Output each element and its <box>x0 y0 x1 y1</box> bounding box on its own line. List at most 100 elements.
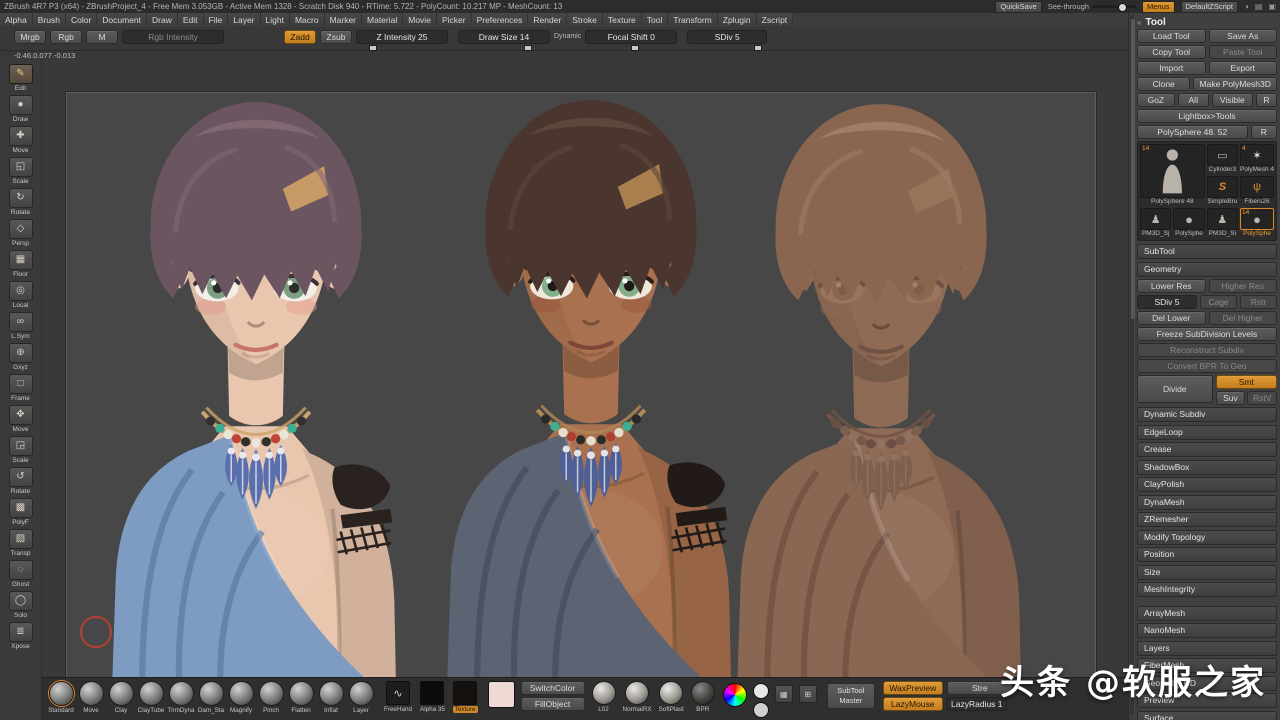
tool-thumbnail[interactable]: 4 PolyMesh 4 <box>1240 144 1274 174</box>
brush-button[interactable]: Move <box>76 681 106 714</box>
menu-item[interactable]: Draw <box>147 13 178 27</box>
del-higher-button[interactable]: Del Higher <box>1208 311 1277 325</box>
palette-section[interactable]: Layers <box>1137 640 1277 656</box>
z-intensity-slider[interactable]: Z Intensity 25 <box>356 30 448 44</box>
smt-button[interactable]: Smt <box>1215 375 1277 389</box>
menu-item[interactable]: Render <box>528 13 568 27</box>
palette-section[interactable]: Geometry HD <box>1137 675 1277 691</box>
left-tool-button[interactable]: ◱ Scale <box>6 155 36 186</box>
left-tool-button[interactable]: ● Draw <box>6 93 36 124</box>
goz-button[interactable]: GoZ <box>1137 93 1175 107</box>
tool-thumbnail[interactable]: PM3D_Sj <box>1140 208 1172 238</box>
brush-button[interactable]: Inflat <box>316 681 346 714</box>
rstr-button[interactable]: Rstr <box>1240 295 1277 309</box>
lower-res-button[interactable]: Lower Res <box>1137 279 1206 293</box>
palette-subsection[interactable]: Modify Topology <box>1137 529 1277 545</box>
goz-visible-button[interactable]: Visible <box>1211 93 1253 107</box>
zsub-button[interactable]: Zsub <box>320 30 352 44</box>
brush-button[interactable]: Flatten <box>286 681 316 714</box>
rstv-button[interactable]: RstV <box>1247 391 1278 405</box>
brush-button[interactable]: Clay <box>106 681 136 714</box>
left-tool-button[interactable]: ◌ Ghost <box>6 558 36 589</box>
menu-item[interactable]: Preferences <box>471 13 529 27</box>
menu-item[interactable]: Macro <box>289 13 325 27</box>
menu-item[interactable]: Edit <box>177 13 204 27</box>
material-selector[interactable]: NormalRX <box>623 681 652 713</box>
export-button[interactable]: Export <box>1208 61 1277 75</box>
color-wheel[interactable] <box>722 683 747 707</box>
subtool-section[interactable]: SubTool <box>1137 244 1277 259</box>
zadd-button[interactable]: Zadd <box>284 30 316 44</box>
menu-item[interactable]: Material <box>362 13 404 27</box>
save-as-button[interactable]: Save As <box>1208 29 1277 43</box>
menu-item[interactable]: Layer <box>228 13 261 27</box>
left-tool-button[interactable]: ◲ Scale <box>6 434 36 465</box>
active-tool-r-button[interactable]: R <box>1250 125 1277 139</box>
palette-subsection[interactable]: EdgeLoop <box>1137 424 1277 440</box>
lazy-mouse-button[interactable]: LazyMouse <box>882 697 943 711</box>
see-through-track[interactable] <box>1091 3 1136 12</box>
palette-subsection[interactable]: Position <box>1137 547 1277 562</box>
reconstruct-subdiv-button[interactable]: Reconstruct Subdiv <box>1137 343 1277 357</box>
left-tool-button[interactable]: ✥ Move <box>6 403 36 434</box>
panel-collapse-icon[interactable]: « <box>1137 18 1141 27</box>
brush-button[interactable]: Pinch <box>256 681 286 714</box>
menu-item[interactable]: Tool <box>641 13 669 27</box>
focal-shift-slider[interactable]: Focal Shift 0 <box>585 30 678 44</box>
tool-thumbnail[interactable]: PolySphe <box>1173 208 1205 238</box>
left-tool-button[interactable]: ◯ Solo <box>6 589 36 620</box>
left-tool-button[interactable]: ▨ Transp <box>6 527 36 558</box>
left-tool-button[interactable]: ↻ Rotate <box>6 186 36 217</box>
panel-scrollbar[interactable] <box>1130 15 1135 715</box>
palette-subsection[interactable]: DynaMesh <box>1137 494 1277 510</box>
stre-button[interactable]: Stre <box>946 681 1013 695</box>
quicksave-button[interactable]: QuickSave <box>995 0 1042 13</box>
left-tool-button[interactable]: ◇ Persp <box>6 217 36 248</box>
menus-button[interactable]: Menus <box>1141 0 1175 13</box>
menu-item[interactable]: Brush <box>32 13 66 27</box>
menu-item[interactable]: Zscript <box>756 13 794 27</box>
palette-section[interactable]: ArrayMesh <box>1137 605 1277 621</box>
palette-subsection[interactable]: MeshIntegrity <box>1137 582 1277 597</box>
left-tool-button[interactable]: ✎ Edit <box>6 62 36 93</box>
sculpt-canvas[interactable] <box>66 92 1096 679</box>
palette-subsection[interactable]: Dynamic Subdiv <box>1137 407 1277 422</box>
brush-button[interactable]: TrimDyna <box>166 681 196 714</box>
menu-item[interactable]: Movie <box>403 13 437 27</box>
m-button[interactable]: M <box>86 30 118 44</box>
palette-subsection[interactable]: Size <box>1137 564 1277 580</box>
menu-item[interactable]: Picker <box>436 13 472 27</box>
mrgb-button[interactable]: Mrgb <box>14 30 46 44</box>
palette-section[interactable]: Preview <box>1137 693 1277 708</box>
theme-icon[interactable]: ◑ <box>1244 2 1249 11</box>
tool-thumbnail[interactable]: Fibers26 <box>1240 176 1274 206</box>
geometry-section[interactable]: Geometry <box>1137 261 1277 277</box>
lazy-radius-slider[interactable]: LazyRadius 1 <box>946 697 1007 711</box>
current-color-swatch[interactable] <box>487 681 515 708</box>
left-tool-button[interactable]: □ Frame <box>6 372 36 403</box>
left-tool-button[interactable]: ▦ Floor <box>6 248 36 279</box>
palette-subsection[interactable]: ShadowBox <box>1137 459 1277 475</box>
grid-icon[interactable]: ▣ <box>1268 2 1276 11</box>
active-tool-button[interactable]: PolySphere 48. 52 <box>1137 125 1248 139</box>
mini-icon-ruler[interactable]: ⊞ <box>798 685 817 703</box>
cage-button[interactable]: Cage <box>1200 295 1237 309</box>
left-tool-button[interactable]: ▩ PolyF <box>6 496 36 527</box>
clone-button[interactable]: Clone <box>1137 77 1191 91</box>
paste-tool-button[interactable]: Paste Tool <box>1208 45 1277 59</box>
rgb-button[interactable]: Rgb <box>50 30 82 44</box>
brush-button[interactable]: Layer <box>346 681 376 714</box>
default-zscript-button[interactable]: DefaultZScript <box>1180 0 1239 13</box>
import-button[interactable]: Import <box>1137 61 1206 75</box>
see-through-slider[interactable]: See-through <box>1048 2 1136 12</box>
brush-button[interactable]: Magnify <box>226 681 256 714</box>
material-selector[interactable]: BPR <box>690 681 715 713</box>
tool-thumbnail[interactable]: Cylinder3 <box>1206 144 1239 174</box>
menu-item[interactable]: Color <box>65 13 98 27</box>
tool-thumbnail[interactable]: 14 PolySphe <box>1240 208 1274 238</box>
palette-section[interactable]: FiberMesh <box>1137 658 1277 673</box>
palette-subsection[interactable]: ClayPolish <box>1137 477 1277 492</box>
load-tool-button[interactable]: Load Tool <box>1137 29 1206 43</box>
copy-tool-button[interactable]: Copy Tool <box>1137 45 1206 59</box>
material-selector[interactable]: L02 <box>591 681 616 713</box>
